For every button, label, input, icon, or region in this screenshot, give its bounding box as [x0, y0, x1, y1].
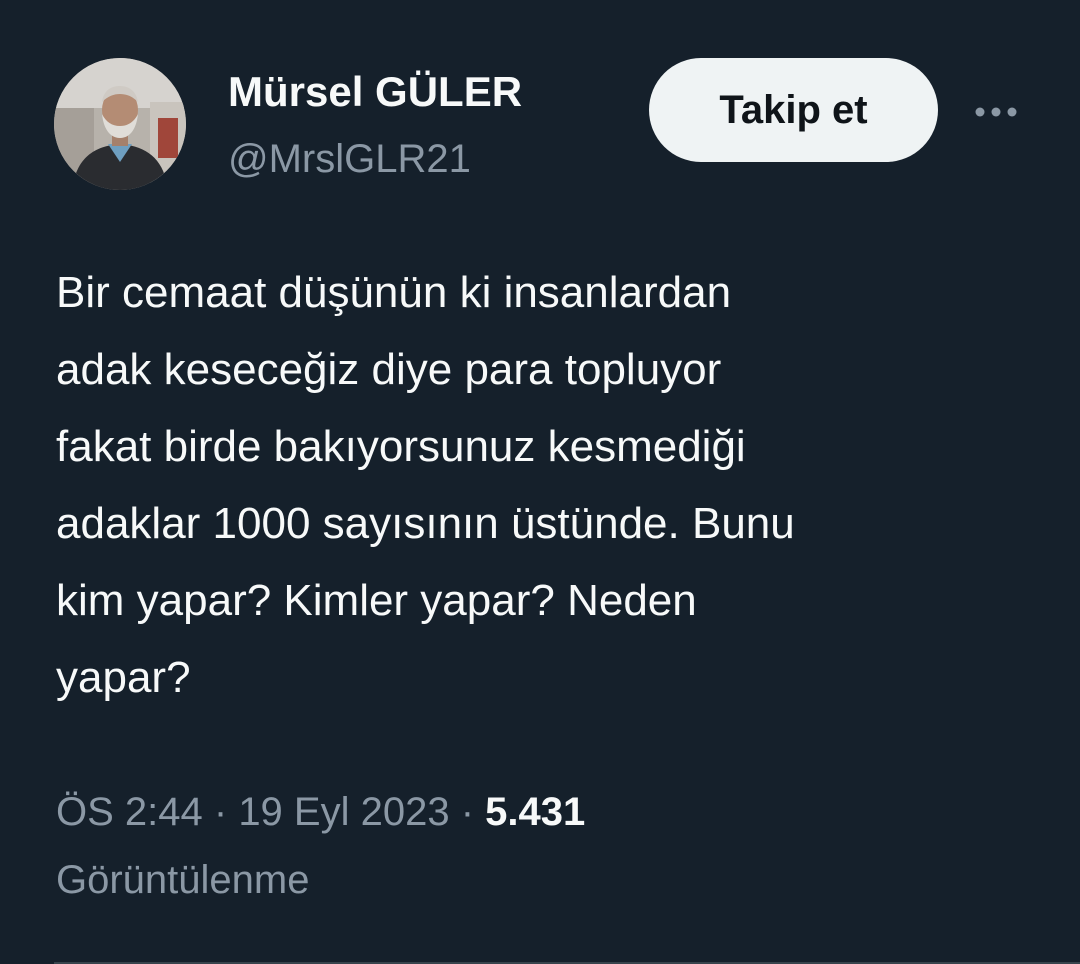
meta-separator: · [449, 790, 486, 834]
more-options-button[interactable] [960, 84, 1032, 140]
tweet-meta: ÖS 2:44 · 19 Eyl 2023 · 5.431 [56, 784, 585, 840]
tweet-container: Mürsel GÜLER @MrslGLR21 Takip et Bir cem… [0, 0, 1080, 964]
views-label: Görüntülenme [56, 858, 310, 902]
meta-separator: · [202, 790, 239, 834]
profile-photo-icon [54, 58, 186, 190]
tweet-date[interactable]: 19 Eyl 2023 [238, 790, 449, 834]
author-display-name[interactable]: Mürsel GÜLER [228, 66, 522, 118]
avatar[interactable] [54, 58, 186, 190]
more-horizontal-icon [975, 107, 1017, 117]
follow-button[interactable]: Takip et [649, 58, 938, 162]
tweet-text: Bir cemaat düşünün ki insanlardan adak k… [56, 268, 795, 702]
author-handle[interactable]: @MrslGLR21 [228, 134, 471, 184]
views-count: 5.431 [485, 790, 586, 834]
tweet-time[interactable]: ÖS 2:44 [56, 790, 203, 834]
